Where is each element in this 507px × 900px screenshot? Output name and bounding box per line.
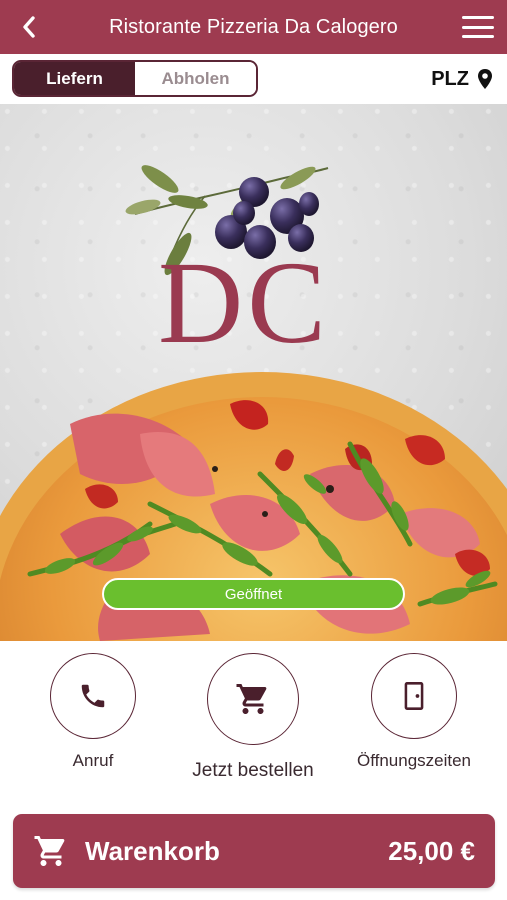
order-now-label: Jetzt bestellen [192,760,314,781]
opening-hours-label: Öffnungszeiten [356,751,472,770]
hamburger-menu-icon[interactable] [461,13,495,41]
order-now-button[interactable]: Jetzt bestellen [163,653,343,782]
cart-total: 25,00 € [388,835,475,866]
shopping-cart-icon [34,836,65,866]
cart-label: Warenkorb [85,835,220,866]
phone-icon [81,684,105,708]
hero-banner: DC Geöffnet [0,104,507,641]
map-pin-icon [478,69,492,89]
chevron-left-icon [23,16,35,38]
restaurant-logo-text: DC [158,237,330,368]
call-label: Anruf [72,751,114,770]
quick-actions: Anruf Jetzt bestellen Öffnungszeiten [0,641,507,801]
toggle-option-pickup[interactable]: Abholen [135,62,256,95]
delivery-mode-toggle: Liefern Abholen [12,60,258,97]
open-status-badge: Geöffnet [102,578,405,610]
order-now-button-circle [207,653,299,745]
shopping-cart-icon [236,684,267,714]
order-mode-bar: Liefern Abholen PLZ [0,54,507,104]
page-title: Ristorante Pizzeria Da Calogero [109,15,398,38]
postal-code-selector[interactable]: PLZ [431,66,493,92]
cart-button[interactable]: Warenkorb 25,00 € [13,814,495,888]
toggle-option-delivery[interactable]: Liefern [14,62,135,95]
back-button[interactable] [14,12,44,42]
hero-artwork [0,165,507,641]
postal-code-label: PLZ [431,67,469,90]
top-app-bar: Ristorante Pizzeria Da Calogero [0,0,507,54]
call-button[interactable]: Anruf [50,653,136,771]
door-icon [404,682,424,710]
opening-hours-button-circle [371,653,457,739]
opening-hours-button[interactable]: Öffnungszeiten [350,653,478,771]
call-button-circle [50,653,136,739]
